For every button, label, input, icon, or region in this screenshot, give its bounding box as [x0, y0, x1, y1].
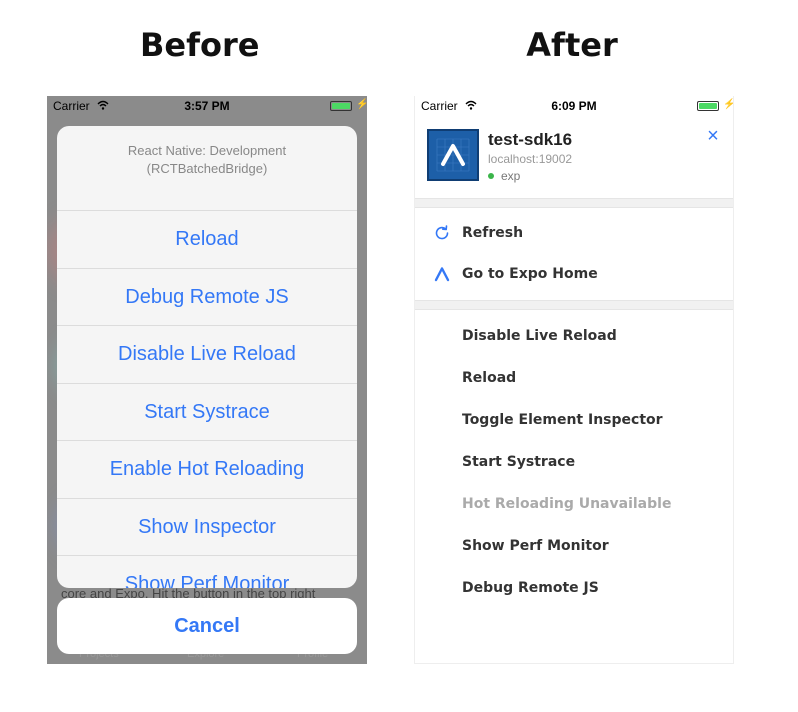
- before-heading: Before: [140, 26, 260, 64]
- action-start-systrace[interactable]: Start Systrace: [57, 384, 357, 441]
- refresh-button[interactable]: Refresh: [415, 213, 733, 255]
- action-debug-remote-js[interactable]: Debug Remote JS: [57, 269, 357, 326]
- app-host: localhost:19002: [488, 152, 573, 166]
- menu-item-label: Start Systrace: [462, 454, 576, 470]
- section-divider: [415, 198, 733, 208]
- menu-item-label: Reload: [462, 370, 517, 386]
- app-status-label: exp: [501, 169, 521, 183]
- battery-icon: [330, 101, 352, 111]
- menu-item-label: Disable Live Reload: [462, 328, 617, 344]
- cancel-button[interactable]: Cancel: [57, 598, 357, 654]
- action-show-perf-monitor[interactable]: Show Perf Monitor: [57, 556, 357, 588]
- after-heading: After: [526, 26, 618, 64]
- disable-live-reload-button[interactable]: Disable Live Reload: [415, 316, 733, 358]
- show-perf-monitor-button[interactable]: Show Perf Monitor: [415, 526, 733, 568]
- toggle-element-inspector-button[interactable]: Toggle Element Inspector: [415, 400, 733, 442]
- clock: 3:57 PM: [184, 99, 230, 113]
- before-phone-screen: Carrier 3:57 PM ⚡ core and Expo. Hit the…: [47, 96, 367, 664]
- debug-remote-js-button[interactable]: Debug Remote JS: [415, 568, 733, 610]
- app-icon: [427, 129, 479, 181]
- action-reload[interactable]: Reload: [57, 211, 357, 269]
- status-bar: Carrier 6:09 PM ⚡: [415, 96, 733, 116]
- action-sheet-title: React Native: Development: [127, 143, 287, 158]
- refresh-icon: [435, 225, 449, 240]
- expo-logo-icon: [436, 138, 470, 172]
- reload-button[interactable]: Reload: [415, 358, 733, 400]
- hot-reloading-unavailable-item: Hot Reloading Unavailable: [415, 484, 733, 526]
- action-sheet: React Native: Development (RCTBatchedBri…: [57, 126, 357, 588]
- action-show-inspector[interactable]: Show Inspector: [57, 499, 357, 556]
- clock: 6:09 PM: [551, 99, 597, 113]
- menu-item-label: Debug Remote JS: [462, 580, 599, 596]
- expo-home-icon: [434, 267, 450, 282]
- app-header: test-sdk16 localhost:19002 exp ×: [415, 116, 733, 198]
- charging-icon: ⚡: [356, 99, 367, 110]
- battery-icon: [697, 101, 719, 111]
- app-name: test-sdk16: [488, 130, 573, 149]
- section-divider: [415, 300, 733, 310]
- refresh-label: Refresh: [462, 225, 524, 241]
- action-sheet-header: React Native: Development (RCTBatchedBri…: [57, 126, 357, 211]
- menu-item-label: Hot Reloading Unavailable: [462, 496, 672, 512]
- action-enable-hot-reloading[interactable]: Enable Hot Reloading: [57, 441, 357, 499]
- menu-item-label: Show Perf Monitor: [462, 538, 609, 554]
- action-disable-live-reload[interactable]: Disable Live Reload: [57, 326, 357, 384]
- go-to-expo-home-button[interactable]: Go to Expo Home: [415, 254, 733, 296]
- menu-item-label: Toggle Element Inspector: [462, 412, 663, 428]
- close-button[interactable]: ×: [703, 126, 723, 146]
- after-phone-screen: Carrier 6:09 PM ⚡ test-sdk16 localhost:1…: [414, 96, 734, 664]
- action-sheet-subtitle: (RCTBatchedBridge): [146, 161, 268, 176]
- charging-icon: ⚡: [723, 99, 733, 110]
- start-systrace-button[interactable]: Start Systrace: [415, 442, 733, 484]
- app-status: exp: [488, 169, 520, 183]
- status-bar: Carrier 3:57 PM ⚡: [47, 96, 367, 116]
- go-to-expo-home-label: Go to Expo Home: [462, 266, 598, 282]
- status-dot: [488, 173, 494, 179]
